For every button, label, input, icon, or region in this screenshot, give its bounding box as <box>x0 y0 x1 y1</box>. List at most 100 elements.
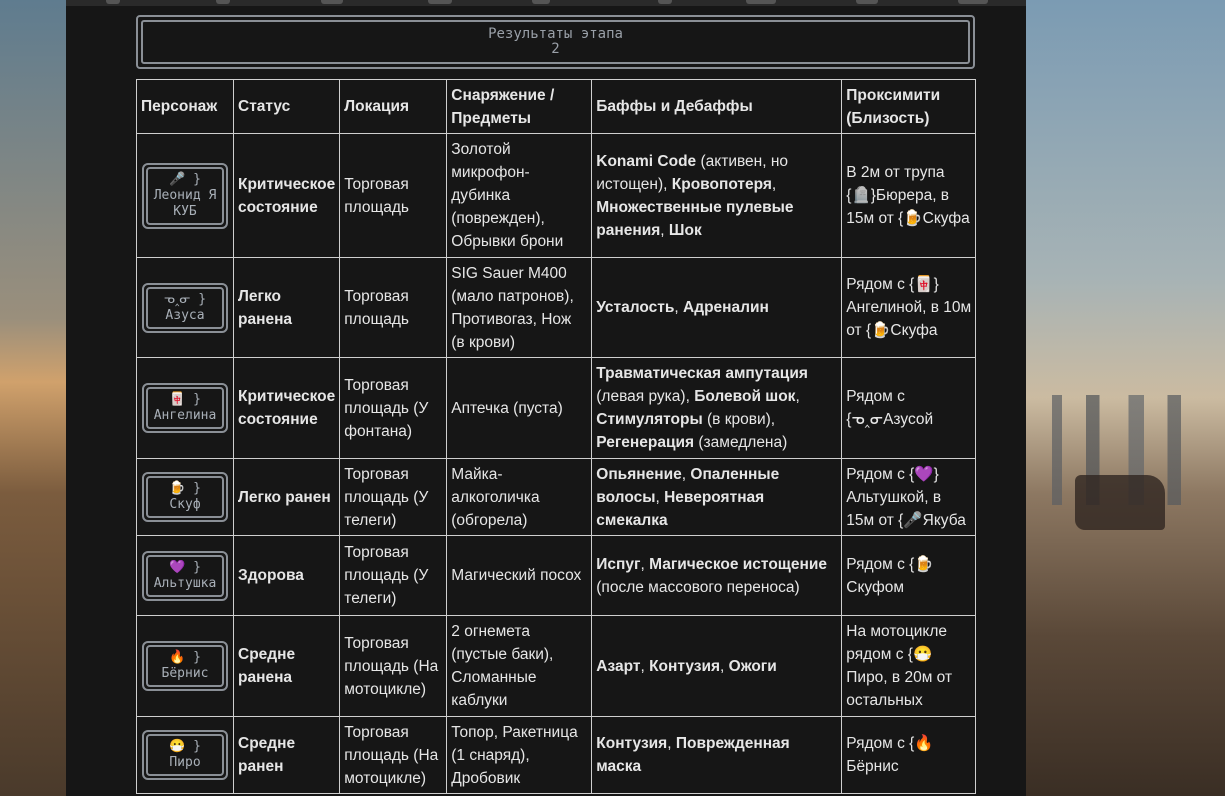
buff-note: (замедлена) <box>694 434 788 451</box>
buff-note: , <box>640 657 650 675</box>
header-status: Статус <box>232 79 341 134</box>
buff-name: Кровопотеря <box>671 175 772 193</box>
gear-cell: Аптечка (пуста) <box>446 357 593 459</box>
buffs-cell: Усталость, Адреналин <box>591 257 843 358</box>
buff-name: Болевой шок <box>694 388 796 405</box>
background-left <box>0 0 70 796</box>
header-character: Персонаж <box>136 79 234 134</box>
buff-note: (в крови), <box>702 411 776 428</box>
character-name: Ангелина <box>153 408 217 423</box>
gear-cell: Магический посох <box>446 535 593 616</box>
location-cell: Торговая площадь (У телеги) <box>339 458 448 536</box>
buff-note: (после массового переноса) <box>596 578 800 596</box>
proximity-cell: В 2м от трупа {🪦}Бюрера, в 15м от {🍺Скуф… <box>841 133 977 258</box>
character-icon: 🀄 } <box>169 392 201 407</box>
location-cell: Торговая площадь (На мотоцикле) <box>339 716 448 794</box>
buff-name: Опьянение <box>596 465 682 483</box>
proximity-cell: Рядом с {ᓀ‸ᓂАзусой <box>841 357 977 459</box>
buff-name: Азарт <box>596 657 641 675</box>
buff-name: Магическое истощение <box>649 555 827 573</box>
character-icon: ᓀ‸ᓂ } <box>163 291 207 307</box>
buffs-cell: Испуг, Магическое истощение (после массо… <box>591 535 843 616</box>
character-icon: 🎤 } <box>169 171 201 187</box>
character-cell: 🍺 } Скуф <box>136 458 234 536</box>
proximity-cell: Рядом с {🀄} Ангелиной, в 10м от {🍺Скуфа <box>841 257 977 358</box>
character-cell: 🎤 } Леонид ЯКУБ <box>136 133 234 258</box>
proximity-cell: Рядом с {🍺 Скуфом <box>841 535 977 616</box>
proximity-cell: На мотоцикле рядом с {😷 Пиро, в 20м от о… <box>841 615 977 717</box>
character-icon: 🍺 } <box>169 481 201 496</box>
stage-number: 2 <box>551 41 560 57</box>
table-row: 🀄 } Ангелина Критическое состояние Торговая… <box>136 357 977 459</box>
status-cell: Средне ранен <box>232 716 341 794</box>
stage-title: Результаты этапа <box>488 26 623 42</box>
buff-name: Травматическая ампутация <box>596 365 808 382</box>
location-cell: Торговая площадь (На мотоцикле) <box>339 615 448 717</box>
table-row: 😷 } Пиро Средне ранен Торговая площадь (На … <box>136 716 977 794</box>
buff-note: , <box>640 555 650 573</box>
character-cell: 🔥 } Бёрнис <box>136 615 234 717</box>
table-row: 🔥 } Бёрнис Средне ранена Торговая площадь (… <box>136 615 977 717</box>
buff-note: , <box>771 175 777 193</box>
table-row: 🎤 } Леонид ЯКУБ Критическое состояние Торго… <box>136 133 977 258</box>
character-cell: 😷 } Пиро <box>136 716 234 794</box>
character-icon: 🔥 } <box>169 650 201 665</box>
buff-name: Стимуляторы <box>596 411 703 428</box>
buff-name: Шок <box>668 221 702 239</box>
buffs-cell: Опьянение, Опаленные волосы, Невероятная… <box>591 458 843 536</box>
character-cell: ᓀ‸ᓂ } Азуса <box>136 257 234 358</box>
character-badge: 💜 } Альтушка <box>142 550 228 601</box>
buff-note: , <box>655 488 665 506</box>
stage-header: Результаты этапа 2 <box>136 15 975 69</box>
gear-cell: SIG Sauer M400 (мало патронов), Противог… <box>446 257 593 358</box>
character-icon: 💜 } <box>169 559 201 575</box>
character-name: Пиро <box>169 755 201 770</box>
stage-results-table: Персонаж Статус Локация Снаряжение / Пре… <box>136 79 977 794</box>
buff-name: Усталость <box>596 299 675 316</box>
buff-note: (левая рука), <box>596 388 695 405</box>
background-debris <box>1075 475 1165 530</box>
character-name: Альтушка <box>153 575 217 591</box>
status-cell: Легко ранена <box>232 257 341 358</box>
location-cell: Торговая площадь <box>339 133 448 258</box>
buffs-cell: Контузия, Поврежденная маска <box>591 716 843 794</box>
buff-name: Ожоги <box>728 657 777 675</box>
buffs-cell: Konami Code (активен, но истощен), Крово… <box>591 133 843 258</box>
toolbar-strip <box>66 0 1026 6</box>
character-name: Бёрнис <box>161 666 209 681</box>
buffs-cell: Азарт, Контузия, Ожоги <box>591 615 843 717</box>
buff-name: Контузия <box>596 735 668 752</box>
buff-note: , <box>795 388 800 405</box>
gear-cell: Майка-алкоголичка (обгорела) <box>446 458 593 536</box>
gear-cell: Золотой микрофон-дубинка (поврежден), Об… <box>446 133 593 258</box>
buff-note: , <box>660 221 669 239</box>
character-icon: 😷 } <box>169 739 201 754</box>
character-cell: 🀄 } Ангелина <box>136 357 234 459</box>
buff-name: Регенерация <box>596 434 695 451</box>
buff-name: Контузия <box>649 657 721 675</box>
table-row: ᓀ‸ᓂ } Азуса Легко ранена Торговая площадь SI… <box>136 257 977 358</box>
buff-name: Konami Code <box>596 152 697 170</box>
buff-note: , <box>720 657 729 675</box>
character-badge: 🎤 } Леонид ЯКУБ <box>142 162 228 229</box>
chat-panel: Результаты этапа 2 Персонаж Статус Локац… <box>66 0 1026 796</box>
character-badge: 🍺 } Скуф <box>142 472 228 522</box>
buff-note: , <box>674 299 684 316</box>
buffs-cell: Травматическая ампутация (левая рука), Б… <box>591 357 843 459</box>
header-proximity: Проксимити (Близость) <box>841 79 977 134</box>
character-badge: 🀄 } Ангелина <box>142 383 228 433</box>
status-cell: Здорова <box>232 535 341 616</box>
gear-cell: Топор, Ракетница (1 снаряд), Дробовик <box>446 716 593 794</box>
location-cell: Торговая площадь (У фонтана) <box>339 357 448 459</box>
status-cell: Легко ранен <box>232 458 341 536</box>
location-cell: Торговая площадь (У телеги) <box>339 535 448 616</box>
location-cell: Торговая площадь <box>339 257 448 358</box>
character-name: Леонид ЯКУБ <box>153 187 217 219</box>
status-cell: Критическое состояние <box>232 357 341 459</box>
proximity-cell: Рядом с {🔥 Бёрнис <box>841 716 977 794</box>
buff-note: , <box>667 735 676 752</box>
character-badge: ᓀ‸ᓂ } Азуса <box>142 282 228 333</box>
character-name: Азуса <box>165 307 205 323</box>
buff-name: Адреналин <box>683 299 769 316</box>
header-buffs: Баффы и Дебаффы <box>591 79 843 134</box>
